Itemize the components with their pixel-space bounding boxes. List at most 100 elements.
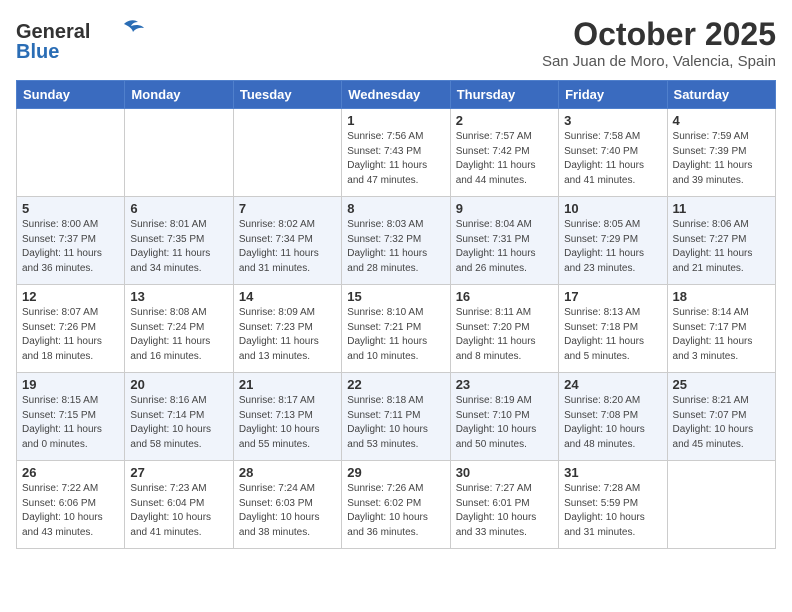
- day-of-week-header: Monday: [125, 81, 233, 109]
- calendar-day-cell: 9 Sunrise: 8:04 AM Sunset: 7:31 PM Daylig…: [450, 197, 558, 285]
- calendar-day-cell: 29Sunrise: 7:26 AM Sunset: 6:02 PM Dayli…: [342, 461, 450, 549]
- day-info: Sunrise: 8:17 AM Sunset: 7:13 PM Dayligh…: [239, 394, 336, 452]
- day-of-week-header: Saturday: [667, 81, 775, 109]
- day-number: 18: [673, 289, 770, 304]
- calendar-day-cell: [233, 109, 341, 197]
- calendar-week-row: 12 Sunrise: 8:07 AM Sunset: 7:26 PM Dayli…: [17, 285, 776, 373]
- day-info: Sunrise: 7:27 AM Sunset: 6:01 PM Dayligh…: [456, 482, 553, 540]
- day-number: 9: [456, 201, 553, 216]
- day-info: Sunrise: 8:11 AM Sunset: 7:20 PM Dayligh…: [456, 306, 553, 364]
- day-info: Sunrise: 8:08 AM Sunset: 7:24 PM Dayligh…: [130, 306, 227, 364]
- day-number: 16: [456, 289, 553, 304]
- day-number: 24: [564, 377, 661, 392]
- day-info: Sunrise: 7:22 AM Sunset: 6:06 PM Dayligh…: [22, 482, 119, 540]
- day-info: Sunrise: 8:01 AM Sunset: 7:35 PM Dayligh…: [130, 218, 227, 276]
- day-info: Sunrise: 8:05 AM Sunset: 7:29 PM Dayligh…: [564, 218, 661, 276]
- day-number: 7: [239, 201, 336, 216]
- calendar-day-cell: 25 Sunrise: 8:21 AM Sunset: 7:07 PM Dayli…: [667, 373, 775, 461]
- day-of-week-header: Wednesday: [342, 81, 450, 109]
- day-info: Sunrise: 8:16 AM Sunset: 7:14 PM Dayligh…: [130, 394, 227, 452]
- calendar-day-cell: 17 Sunrise: 8:13 AM Sunset: 7:18 PM Dayli…: [559, 285, 667, 373]
- calendar-day-cell: 21 Sunrise: 8:17 AM Sunset: 7:13 PM Dayli…: [233, 373, 341, 461]
- day-info: Sunrise: 7:58 AM Sunset: 7:40 PM Dayligh…: [564, 130, 661, 188]
- day-number: 21: [239, 377, 336, 392]
- calendar-day-cell: 8 Sunrise: 8:03 AM Sunset: 7:32 PM Daylig…: [342, 197, 450, 285]
- calendar-day-cell: 31Sunrise: 7:28 AM Sunset: 5:59 PM Dayli…: [559, 461, 667, 549]
- calendar-day-cell: 5 Sunrise: 8:00 AM Sunset: 7:37 PM Daylig…: [17, 197, 125, 285]
- calendar-day-cell: 12 Sunrise: 8:07 AM Sunset: 7:26 PM Dayli…: [17, 285, 125, 373]
- calendar-day-cell: 11 Sunrise: 8:06 AM Sunset: 7:27 PM Dayli…: [667, 197, 775, 285]
- day-number: 11: [673, 201, 770, 216]
- day-number: 17: [564, 289, 661, 304]
- calendar-day-cell: 13 Sunrise: 8:08 AM Sunset: 7:24 PM Dayli…: [125, 285, 233, 373]
- calendar-day-cell: 10 Sunrise: 8:05 AM Sunset: 7:29 PM Dayli…: [559, 197, 667, 285]
- day-info: Sunrise: 8:00 AM Sunset: 7:37 PM Dayligh…: [22, 218, 119, 276]
- day-of-week-header: Tuesday: [233, 81, 341, 109]
- day-number: 8: [347, 201, 444, 216]
- calendar-day-cell: 24 Sunrise: 8:20 AM Sunset: 7:08 PM Dayli…: [559, 373, 667, 461]
- calendar-day-cell: 3Sunrise: 7:58 AM Sunset: 7:40 PM Daylig…: [559, 109, 667, 197]
- calendar-day-cell: [17, 109, 125, 197]
- month-title: October 2025: [542, 16, 776, 53]
- calendar-day-cell: 6 Sunrise: 8:01 AM Sunset: 7:35 PM Daylig…: [125, 197, 233, 285]
- day-info: Sunrise: 7:57 AM Sunset: 7:42 PM Dayligh…: [456, 130, 553, 188]
- day-number: 26: [22, 465, 119, 480]
- day-info: Sunrise: 8:18 AM Sunset: 7:11 PM Dayligh…: [347, 394, 444, 452]
- day-number: 4: [673, 113, 770, 128]
- calendar-day-cell: 1 Sunrise: 7:56 AM Sunset: 7:43 PM Daylig…: [342, 109, 450, 197]
- day-info: Sunrise: 7:28 AM Sunset: 5:59 PM Dayligh…: [564, 482, 661, 540]
- day-info: Sunrise: 8:09 AM Sunset: 7:23 PM Dayligh…: [239, 306, 336, 364]
- day-number: 28: [239, 465, 336, 480]
- day-number: 25: [673, 377, 770, 392]
- day-info: Sunrise: 8:13 AM Sunset: 7:18 PM Dayligh…: [564, 306, 661, 364]
- calendar-week-row: 19Sunrise: 8:15 AM Sunset: 7:15 PM Dayli…: [17, 373, 776, 461]
- day-number: 6: [130, 201, 227, 216]
- day-info: Sunrise: 8:04 AM Sunset: 7:31 PM Dayligh…: [456, 218, 553, 276]
- day-of-week-header: Thursday: [450, 81, 558, 109]
- day-number: 30: [456, 465, 553, 480]
- calendar-day-cell: 4 Sunrise: 7:59 AM Sunset: 7:39 PM Daylig…: [667, 109, 775, 197]
- title-section: October 2025 San Juan de Moro, Valencia,…: [542, 16, 776, 70]
- day-info: Sunrise: 8:02 AM Sunset: 7:34 PM Dayligh…: [239, 218, 336, 276]
- day-info: Sunrise: 8:07 AM Sunset: 7:26 PM Dayligh…: [22, 306, 119, 364]
- day-number: 20: [130, 377, 227, 392]
- day-info: Sunrise: 7:24 AM Sunset: 6:03 PM Dayligh…: [239, 482, 336, 540]
- calendar-day-cell: [667, 461, 775, 549]
- calendar-day-cell: 23Sunrise: 8:19 AM Sunset: 7:10 PM Dayli…: [450, 373, 558, 461]
- day-info: Sunrise: 7:26 AM Sunset: 6:02 PM Dayligh…: [347, 482, 444, 540]
- day-info: Sunrise: 8:06 AM Sunset: 7:27 PM Dayligh…: [673, 218, 770, 276]
- svg-text:Blue: Blue: [16, 41, 59, 61]
- calendar-day-cell: 28 Sunrise: 7:24 AM Sunset: 6:03 PM Dayli…: [233, 461, 341, 549]
- day-info: Sunrise: 7:56 AM Sunset: 7:43 PM Dayligh…: [347, 130, 444, 188]
- calendar-header-row: SundayMondayTuesdayWednesdayThursdayFrid…: [17, 81, 776, 109]
- location-text: San Juan de Moro, Valencia, Spain: [542, 53, 776, 70]
- calendar-day-cell: 18 Sunrise: 8:14 AM Sunset: 7:17 PM Dayli…: [667, 285, 775, 373]
- logo-general-text: General Blue: [16, 16, 146, 66]
- day-number: 10: [564, 201, 661, 216]
- day-number: 5: [22, 201, 119, 216]
- logo: General Blue: [16, 16, 146, 66]
- day-info: Sunrise: 8:03 AM Sunset: 7:32 PM Dayligh…: [347, 218, 444, 276]
- day-of-week-header: Sunday: [17, 81, 125, 109]
- day-number: 27: [130, 465, 227, 480]
- day-number: 1: [347, 113, 444, 128]
- day-number: 13: [130, 289, 227, 304]
- day-number: 12: [22, 289, 119, 304]
- day-info: Sunrise: 7:59 AM Sunset: 7:39 PM Dayligh…: [673, 130, 770, 188]
- day-number: 15: [347, 289, 444, 304]
- day-info: Sunrise: 8:14 AM Sunset: 7:17 PM Dayligh…: [673, 306, 770, 364]
- calendar-day-cell: [125, 109, 233, 197]
- day-info: Sunrise: 8:21 AM Sunset: 7:07 PM Dayligh…: [673, 394, 770, 452]
- calendar-day-cell: 30 Sunrise: 7:27 AM Sunset: 6:01 PM Dayli…: [450, 461, 558, 549]
- calendar-day-cell: 22Sunrise: 8:18 AM Sunset: 7:11 PM Dayli…: [342, 373, 450, 461]
- day-number: 2: [456, 113, 553, 128]
- calendar-day-cell: 26 Sunrise: 7:22 AM Sunset: 6:06 PM Dayli…: [17, 461, 125, 549]
- day-info: Sunrise: 8:10 AM Sunset: 7:21 PM Dayligh…: [347, 306, 444, 364]
- day-number: 14: [239, 289, 336, 304]
- calendar-day-cell: 19Sunrise: 8:15 AM Sunset: 7:15 PM Dayli…: [17, 373, 125, 461]
- day-info: Sunrise: 8:20 AM Sunset: 7:08 PM Dayligh…: [564, 394, 661, 452]
- calendar-week-row: 26 Sunrise: 7:22 AM Sunset: 6:06 PM Dayli…: [17, 461, 776, 549]
- calendar-day-cell: 16 Sunrise: 8:11 AM Sunset: 7:20 PM Dayli…: [450, 285, 558, 373]
- calendar-day-cell: 27Sunrise: 7:23 AM Sunset: 6:04 PM Dayli…: [125, 461, 233, 549]
- calendar-day-cell: 2 Sunrise: 7:57 AM Sunset: 7:42 PM Daylig…: [450, 109, 558, 197]
